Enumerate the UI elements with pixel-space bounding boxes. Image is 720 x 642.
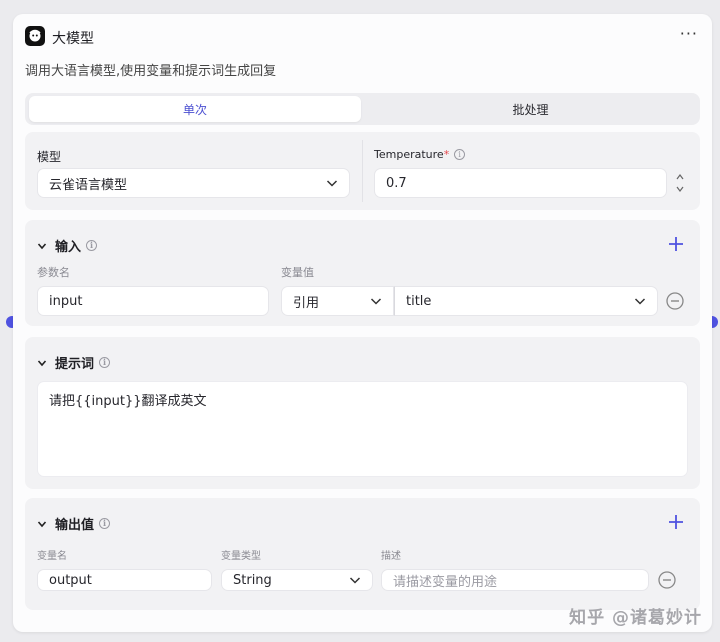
info-icon: i — [454, 149, 466, 160]
prompt-section-title: 提示词 — [55, 357, 95, 372]
var-reference-value: title — [406, 293, 432, 309]
output-desc-placeholder: 请描述变量的用途 — [393, 574, 498, 590]
output-desc-input[interactable]: 请描述变量的用途 — [381, 569, 649, 591]
tab-batch[interactable]: 批处理 — [365, 96, 696, 122]
watermark-text: 知乎 @诸葛妙计 — [569, 608, 702, 628]
output-name-input[interactable]: output — [37, 569, 212, 591]
model-label: 模型 — [37, 150, 62, 164]
temperature-input[interactable]: 0.7 — [374, 168, 667, 198]
tab-single[interactable]: 单次 — [29, 96, 361, 122]
add-output-icon[interactable] — [668, 514, 684, 530]
temperature-label-text: Temperature — [374, 148, 444, 161]
remove-input-icon[interactable] — [666, 292, 684, 310]
node-title: 大模型 — [52, 31, 94, 47]
chevron-down-icon — [370, 298, 382, 305]
caret-down-icon — [37, 520, 47, 527]
var-mode-value: 引用 — [293, 295, 320, 311]
input-section-header[interactable]: 输入 i — [37, 236, 98, 255]
input-section-title: 输入 — [55, 240, 82, 255]
param-name-input[interactable]: input — [37, 286, 269, 316]
var-value-header: 变量值 — [281, 266, 314, 279]
caret-down-icon — [37, 242, 47, 249]
output-type-value: String — [233, 572, 272, 588]
var-mode-select[interactable]: 引用 — [281, 286, 394, 316]
chevron-down-icon — [349, 577, 361, 584]
mode-tabs: 单次 批处理 — [25, 93, 700, 125]
info-icon: i — [99, 357, 111, 368]
model-select[interactable]: 云雀语言模型 — [37, 168, 350, 198]
model-panel: 模型 云雀语言模型 Temperature* i 0.7 — [25, 132, 700, 210]
caret-down-icon — [37, 359, 47, 366]
desc-header: 描述 — [381, 551, 401, 562]
output-section-header[interactable]: 输出值 i — [37, 514, 111, 533]
var-type-header: 变量类型 — [221, 551, 261, 562]
output-name-value: output — [49, 572, 92, 588]
info-icon: i — [86, 240, 98, 251]
chevron-down-icon — [326, 180, 338, 187]
output-panel: 输出值 i 变量名 变量类型 描述 output String 请描述变量的用途 — [25, 498, 700, 610]
info-icon: i — [99, 518, 111, 529]
output-section-title: 输出值 — [55, 518, 95, 533]
prompt-panel: 提示词 i 请把{{input}}翻译成英文 — [25, 337, 700, 489]
param-name-header: 参数名 — [37, 266, 70, 279]
model-select-value: 云雀语言模型 — [49, 177, 128, 193]
required-mark: * — [443, 148, 450, 161]
add-input-icon[interactable] — [668, 236, 684, 252]
var-name-header: 变量名 — [37, 551, 67, 562]
remove-output-icon[interactable] — [658, 571, 676, 589]
input-panel: 输入 i 参数名 变量值 input 引用 title — [25, 220, 700, 326]
llm-node-card: 大模型 ··· 调用大语言模型,使用变量和提示词生成回复 单次 批处理 模型 云… — [13, 14, 712, 632]
llm-node-icon — [25, 26, 45, 46]
temperature-stepper[interactable] — [674, 170, 686, 196]
prompt-textarea[interactable]: 请把{{input}}翻译成英文 — [37, 381, 688, 477]
chevron-down-icon — [634, 298, 646, 305]
param-name-value: input — [49, 293, 83, 309]
temperature-value: 0.7 — [386, 175, 407, 191]
node-description: 调用大语言模型,使用变量和提示词生成回复 — [25, 64, 277, 79]
model-divider — [362, 140, 363, 202]
prompt-section-header[interactable]: 提示词 i — [37, 353, 111, 372]
more-options-button[interactable]: ··· — [680, 24, 698, 43]
temperature-label: Temperature* i — [374, 148, 466, 161]
var-reference-select[interactable]: title — [394, 286, 658, 316]
prompt-text: 请把{{input}}翻译成英文 — [49, 394, 207, 409]
output-type-select[interactable]: String — [221, 569, 373, 591]
